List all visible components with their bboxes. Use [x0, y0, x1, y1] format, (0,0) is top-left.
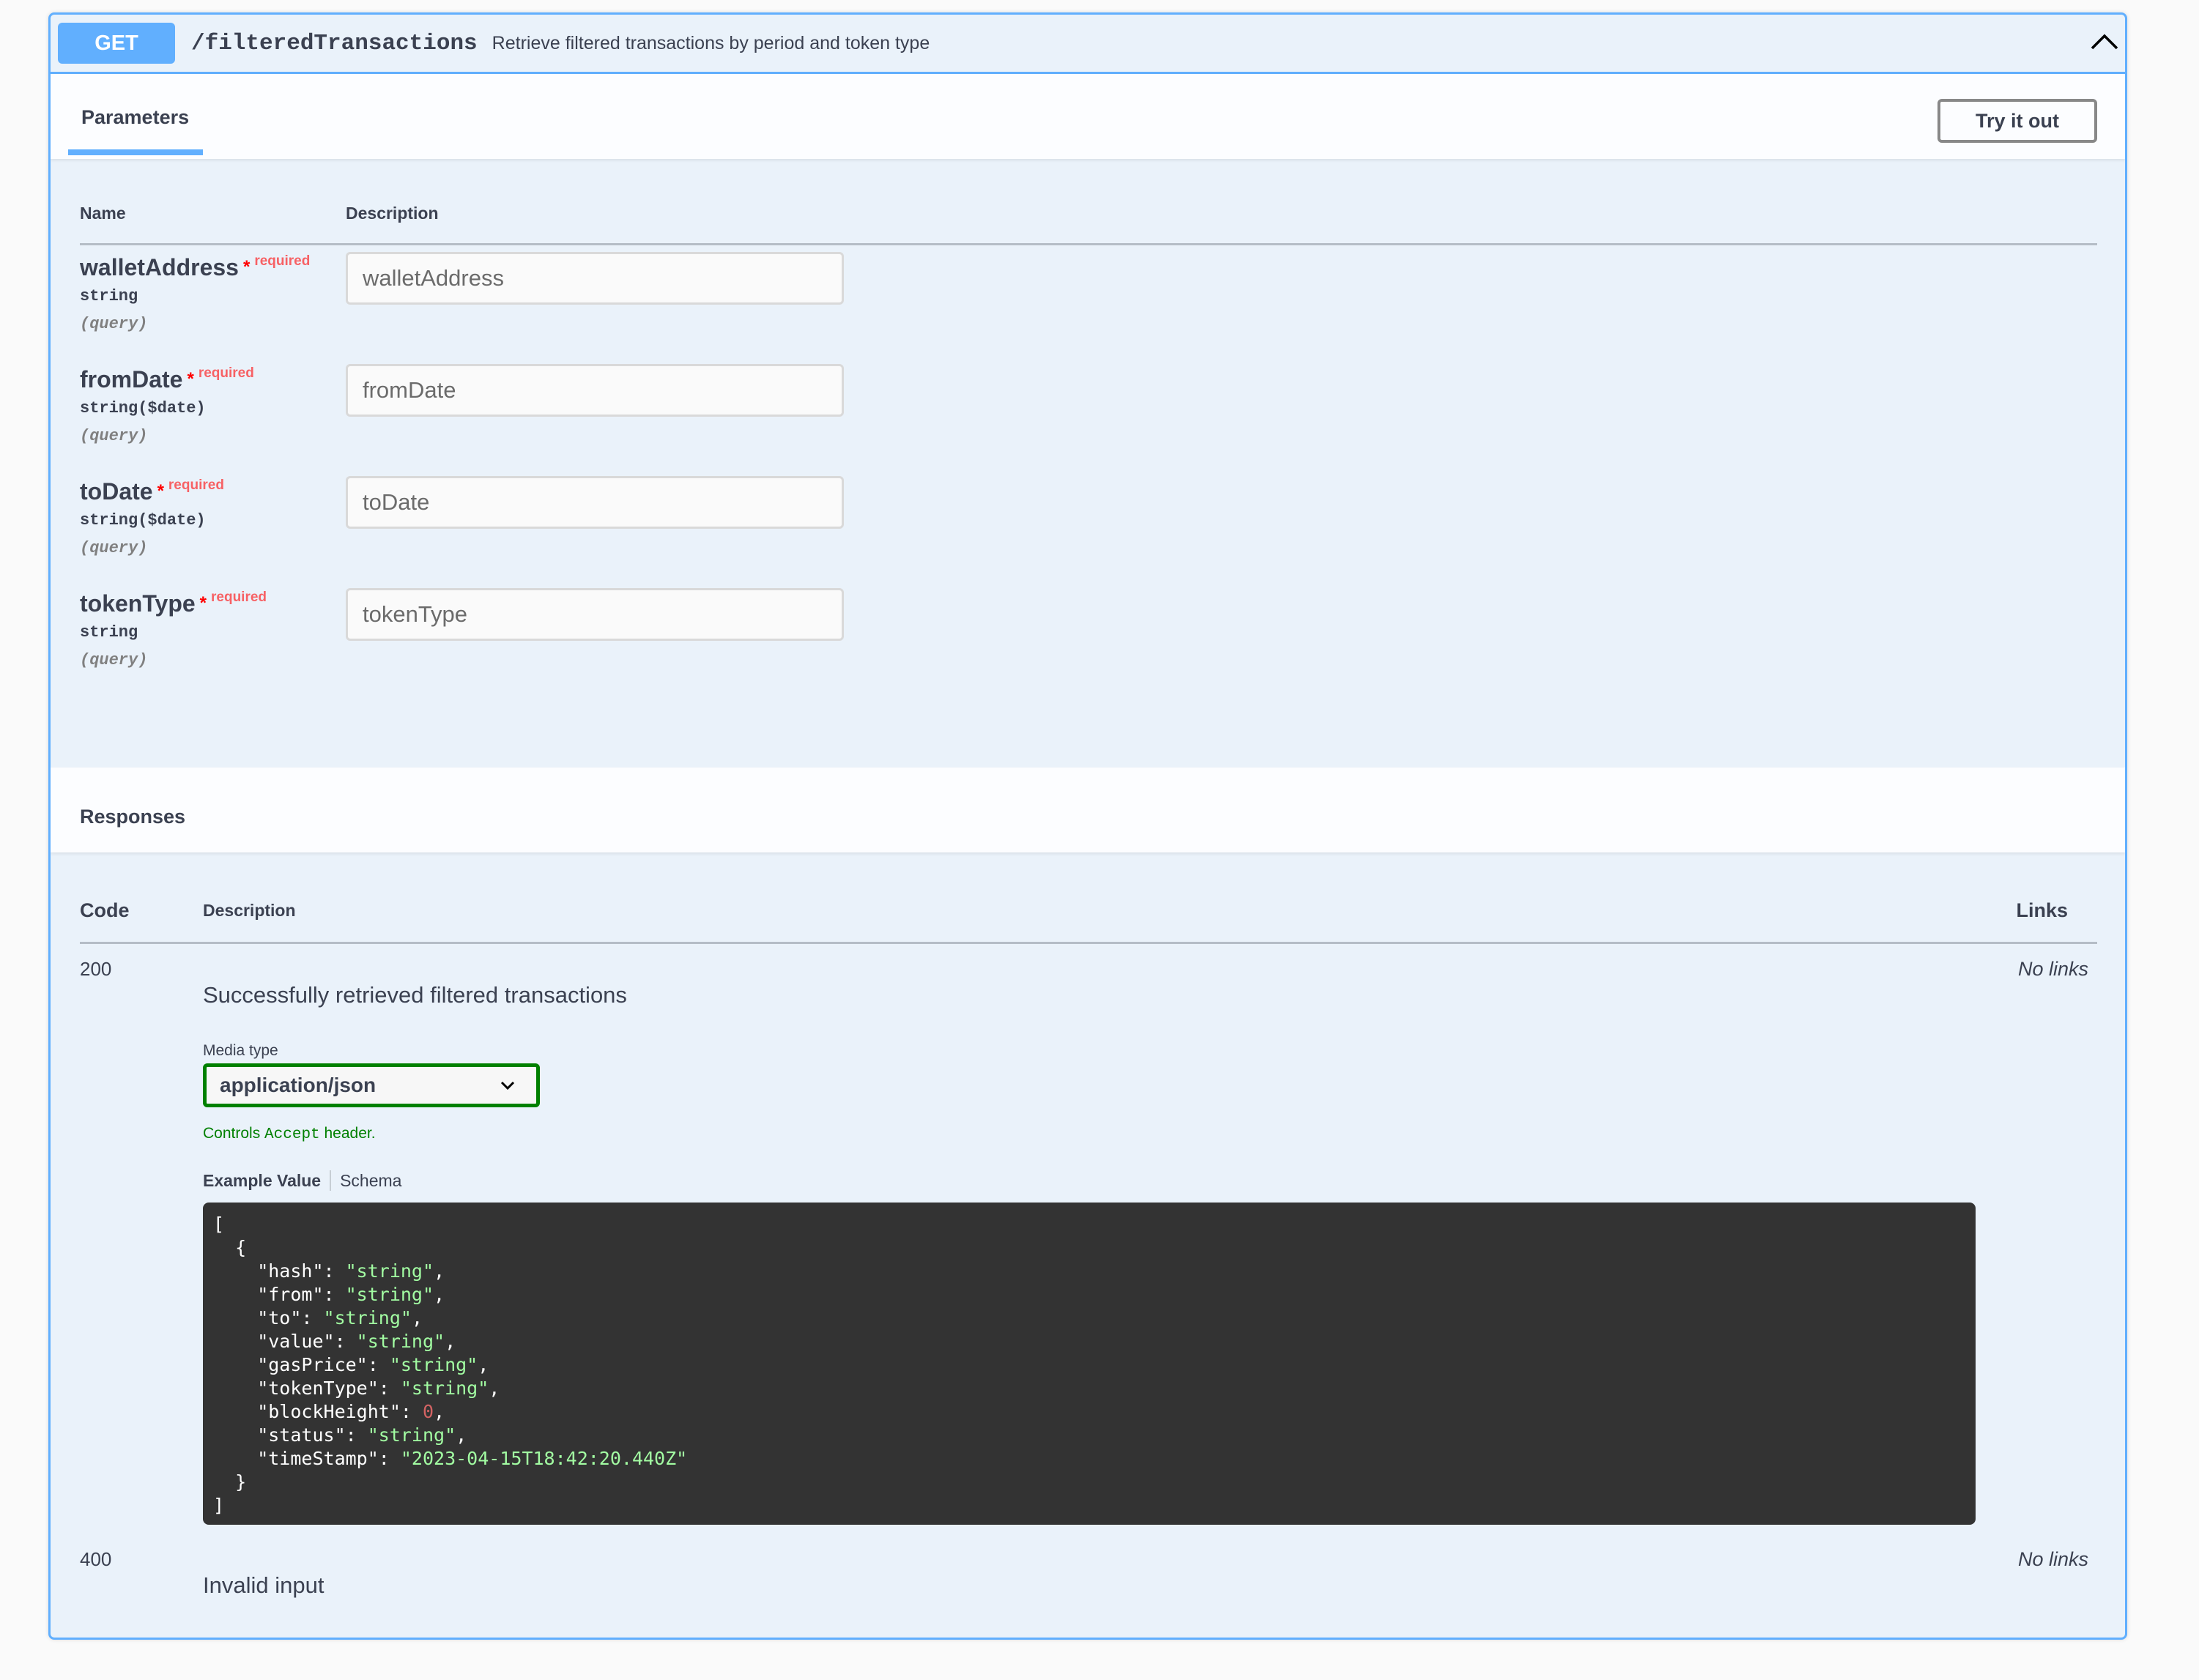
- code-line-field: "blockHeight": 0,: [213, 1401, 445, 1422]
- response-description-400: Invalid input: [203, 1572, 325, 1598]
- response-links-400: No links: [2017, 1548, 2088, 1570]
- walletAddress-input[interactable]: [346, 252, 844, 305]
- code-line-field: "hash": "string",: [213, 1260, 445, 1282]
- column-header-description: Description: [203, 901, 296, 920]
- code-line-close-bracket: ]: [213, 1495, 225, 1516]
- response-code-200: 200: [80, 958, 112, 980]
- code-line-close-brace: }: [213, 1471, 247, 1493]
- code-line-open-bracket: [: [213, 1213, 225, 1235]
- chevron-down-icon: [500, 1081, 515, 1090]
- operation-summary[interactable]: GET /filteredTransactions Retrieve filte…: [51, 15, 2125, 74]
- chevron-up-icon[interactable]: [2090, 29, 2119, 51]
- parameter-row-toDate: toDate * required string($date) (query): [80, 476, 959, 587]
- code-line-field: "to": "string",: [213, 1307, 423, 1328]
- parameter-location: (query): [80, 651, 148, 669]
- parameters-header: Parameters Try it out: [51, 74, 2125, 159]
- parameter-type: string: [80, 623, 138, 642]
- parameter-type: string($date): [80, 511, 206, 529]
- tokenType-input[interactable]: [346, 588, 844, 641]
- parameter-name: toDate * required: [80, 477, 224, 505]
- parameter-name: fromDate * required: [80, 365, 254, 393]
- operation-path: /filteredTransactions: [191, 30, 478, 56]
- responses-header: Responses: [51, 767, 2125, 852]
- parameter-type: string($date): [80, 399, 206, 417]
- controls-accept-note: Controls Accept header.: [203, 1125, 376, 1143]
- code-line-field: "status": "string",: [213, 1424, 467, 1446]
- column-header-description: Description: [346, 204, 439, 223]
- fromDate-input[interactable]: [346, 364, 844, 417]
- parameter-name: tokenType * required: [80, 590, 267, 617]
- code-line-field: "tokenType": "string",: [213, 1378, 500, 1399]
- tab-schema[interactable]: Schema: [340, 1171, 401, 1191]
- tab-divider: [330, 1170, 332, 1191]
- operation-block-get-filtered-transactions: GET /filteredTransactions Retrieve filte…: [48, 12, 2127, 1640]
- parameter-name: walletAddress * required: [80, 253, 311, 280]
- active-tab-indicator: [68, 149, 203, 155]
- try-it-out-button[interactable]: Try it out: [1937, 99, 2097, 143]
- parameter-type: string: [80, 287, 138, 305]
- code-line-field: "gasPrice": "string",: [213, 1354, 489, 1375]
- code-line-field: "value": "string",: [213, 1331, 456, 1352]
- parameter-location: (query): [80, 539, 148, 557]
- responses-table-header: Code Description Links: [80, 898, 2097, 944]
- operation-summary-text: Retrieve filtered transactions by period…: [492, 32, 930, 53]
- parameter-location: (query): [80, 427, 148, 445]
- http-method-badge: GET: [58, 23, 175, 64]
- parameter-row-tokenType: tokenType * required string (query): [80, 588, 959, 699]
- column-header-links: Links: [2016, 899, 2068, 921]
- code-line-field: "from": "string",: [213, 1284, 445, 1305]
- toDate-input[interactable]: [346, 476, 844, 529]
- tab-parameters[interactable]: Parameters: [81, 106, 189, 129]
- responses-title: Responses: [80, 806, 186, 828]
- parameter-row-fromDate: fromDate * required string($date) (query): [80, 364, 959, 475]
- media-type-select[interactable]: application/json: [203, 1063, 540, 1107]
- parameter-row-walletAddress: walletAddress * required string (query): [80, 252, 959, 363]
- response-description-200: Successfully retrieved filtered transact…: [203, 982, 627, 1008]
- response-links-200: No links: [2017, 958, 2088, 980]
- code-line-open-brace: {: [213, 1237, 247, 1258]
- column-header-code: Code: [80, 899, 130, 921]
- example-value-code-block[interactable]: [ { "hash": "string", "from": "string", …: [203, 1203, 1976, 1525]
- column-header-name: Name: [80, 204, 126, 223]
- example-schema-tabs: Example Value Schema: [203, 1170, 401, 1191]
- code-line-field: "timeStamp": "2023-04-15T18:42:20.440Z": [213, 1448, 688, 1469]
- tab-example-value[interactable]: Example Value: [203, 1171, 321, 1191]
- parameters-table-header: Name Description: [80, 204, 2097, 245]
- parameter-location: (query): [80, 315, 148, 333]
- media-type-label: Media type: [203, 1042, 278, 1059]
- response-code-400: 400: [80, 1548, 112, 1570]
- media-type-value: application/json: [220, 1074, 377, 1096]
